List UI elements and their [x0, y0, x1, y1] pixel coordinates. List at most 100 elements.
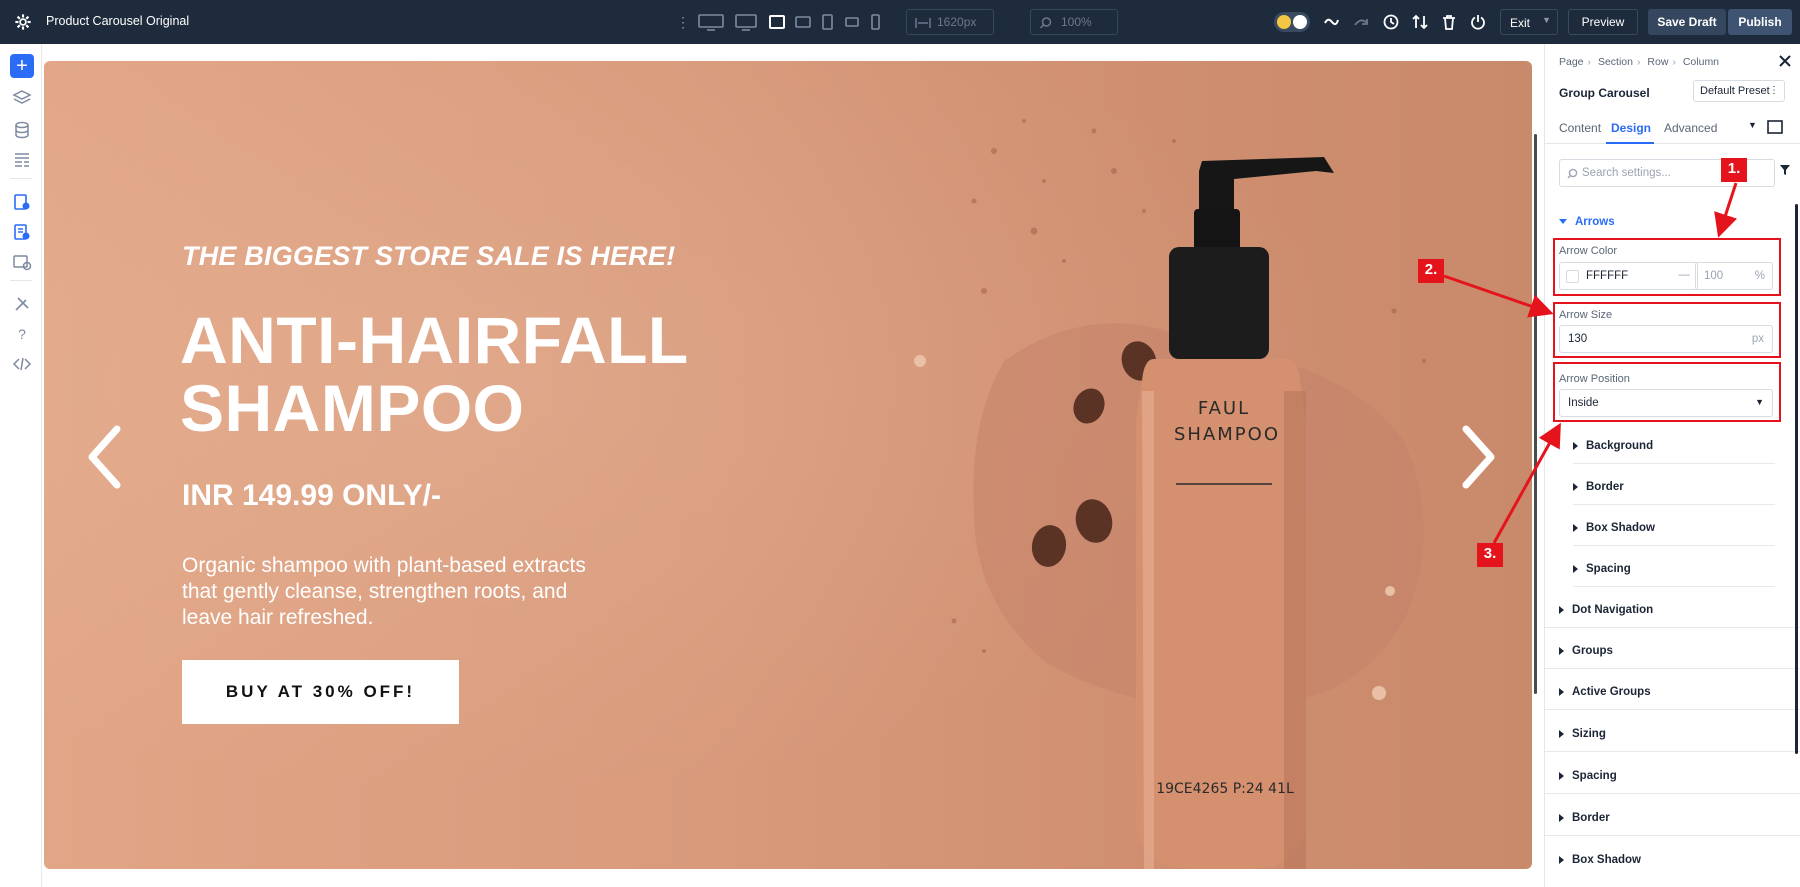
trash-icon[interactable] [1440, 13, 1458, 31]
phone-icon[interactable] [868, 12, 882, 32]
caret-right-icon [1573, 482, 1578, 491]
arrow-color-field[interactable]: FFFFFF — [1559, 262, 1698, 290]
zoom-field[interactable]: 100% [1030, 9, 1118, 35]
help-icon[interactable]: ? [12, 324, 32, 344]
exit-button[interactable]: Exit ▼ [1500, 9, 1558, 35]
arrow-position-label: Arrow Position [1559, 373, 1630, 385]
width-icon [915, 18, 931, 28]
code-icon[interactable] [12, 354, 32, 374]
color-swatch[interactable] [1566, 270, 1579, 283]
arrow-size-field[interactable]: 130 px [1559, 325, 1773, 353]
caret-right-icon [1559, 729, 1564, 738]
arrow-size-label: Arrow Size [1559, 309, 1613, 321]
section-border[interactable]: Border [1545, 800, 1800, 836]
canvas-width-field[interactable]: 1620px [906, 9, 994, 35]
add-module-button[interactable]: + [10, 54, 34, 78]
power-icon[interactable] [1469, 13, 1487, 31]
pages-icon[interactable] [12, 222, 32, 242]
desktop-wide-icon[interactable] [698, 12, 724, 32]
search-icon [1039, 17, 1052, 29]
tools-icon[interactable] [12, 294, 32, 314]
search-icon [1567, 168, 1578, 179]
annotation-label-2: 2. [1418, 259, 1444, 283]
gear-icon[interactable] [14, 13, 32, 31]
theme-toggle[interactable] [1274, 12, 1310, 32]
arrow-opacity-field[interactable]: 100 % [1695, 262, 1773, 290]
bottle-label: FAUL SHAMPOO [1174, 398, 1280, 445]
settings-tabs: Content Design Advanced ▼ [1545, 112, 1800, 144]
caret-right-icon [1559, 687, 1564, 696]
slide-headline: ANTI-HAIRFALL SHAMPOO [180, 303, 689, 445]
caret-right-icon [1573, 441, 1578, 450]
history-icon[interactable] [1382, 13, 1400, 31]
chevron-down-icon: ▼ [1755, 397, 1764, 407]
redo-icon[interactable] [1352, 13, 1370, 31]
caret-right-icon [1559, 605, 1564, 614]
panel-scrollbar[interactable] [1795, 204, 1798, 754]
carousel-prev-arrow-icon[interactable] [84, 423, 124, 491]
caret-right-icon [1559, 771, 1564, 780]
arrow-position-select[interactable]: Inside ▼ [1559, 389, 1773, 417]
close-icon[interactable] [1778, 54, 1792, 68]
buy-button[interactable]: BUY AT 30% OFF! [182, 660, 459, 724]
breadcrumb: Page › Section › Row › Column [1559, 56, 1720, 68]
sun-icon [1277, 15, 1291, 29]
tab-advanced[interactable]: Advanced [1664, 121, 1717, 135]
section-sizing[interactable]: Sizing [1545, 716, 1800, 752]
section-groups[interactable]: Groups [1545, 633, 1800, 669]
layout-icon[interactable] [12, 150, 32, 170]
tab-content[interactable]: Content [1559, 121, 1601, 135]
window-toggle-icon[interactable] [1767, 120, 1783, 134]
product-carousel-slide[interactable]: FAUL SHAMPOO 19CE4265 P:24 41L THE BIGGE… [44, 61, 1532, 869]
section-spacing[interactable]: Spacing [1545, 758, 1800, 794]
section-box-shadow[interactable]: Box Shadow [1545, 842, 1800, 878]
caret-right-icon [1559, 855, 1564, 864]
section-active-groups[interactable]: Active Groups [1545, 674, 1800, 710]
tab-design[interactable]: Design [1611, 121, 1651, 135]
undo-history-icon[interactable] [1322, 13, 1340, 31]
tablet-icon[interactable] [820, 12, 834, 32]
caret-right-icon [1573, 523, 1578, 532]
canvas-scrollbar[interactable] [1534, 134, 1537, 694]
publish-button[interactable]: Publish [1728, 9, 1792, 35]
breadcrumb-item[interactable]: Column [1683, 56, 1719, 68]
more-options-icon[interactable]: ⋮ [676, 12, 690, 32]
preset-select[interactable]: Default Preset ⋮ [1693, 80, 1785, 102]
section-arrows[interactable]: Arrows [1559, 216, 1615, 228]
subsection-spacing[interactable]: Spacing [1573, 551, 1775, 587]
settings-panel: Page › Section › Row › Column Group Carouse… [1544, 44, 1800, 887]
sort-icon[interactable] [1411, 13, 1429, 31]
breadcrumb-item[interactable]: Page [1559, 56, 1584, 68]
annotation-label-3: 3. [1477, 543, 1503, 567]
slide-price: INR 149.99 ONLY/- [182, 479, 441, 512]
caret-right-icon [1559, 813, 1564, 822]
desktop-active-icon[interactable] [768, 12, 786, 32]
subsection-border[interactable]: Border [1573, 469, 1775, 505]
top-toolbar: Product Carousel Original ⋮ 1620px 100% … [0, 0, 1800, 44]
caret-right-icon [1573, 564, 1578, 573]
slide-kicker: THE BIGGEST STORE SALE IS HERE! [182, 241, 676, 271]
preset-options-icon: ⋮ [1769, 85, 1779, 96]
filter-icon[interactable] [1779, 164, 1791, 176]
page-title: Product Carousel Original [46, 14, 190, 28]
breadcrumb-item[interactable]: Row [1647, 56, 1668, 68]
template-settings-icon[interactable] [12, 252, 32, 272]
section-dot-navigation[interactable]: Dot Navigation [1545, 592, 1800, 628]
subsection-box-shadow[interactable]: Box Shadow [1573, 510, 1775, 546]
save-draft-button[interactable]: Save Draft [1648, 9, 1726, 35]
laptop-icon[interactable] [794, 12, 812, 32]
layers-icon[interactable] [12, 88, 32, 108]
chevron-down-icon[interactable]: ▼ [1748, 120, 1757, 130]
arrow-color-label: Arrow Color [1559, 245, 1618, 257]
breadcrumb-item[interactable]: Section [1598, 56, 1633, 68]
carousel-next-arrow-icon[interactable] [1459, 423, 1499, 491]
tablet-landscape-icon[interactable] [844, 12, 860, 32]
subsection-background[interactable]: Background [1573, 428, 1775, 464]
desktop-icon[interactable] [735, 12, 757, 32]
preview-button[interactable]: Preview [1568, 9, 1638, 35]
database-icon[interactable] [12, 120, 32, 140]
left-toolbar: + ? [0, 44, 42, 887]
bottle-code: 19CE4265 P:24 41L [1156, 781, 1294, 797]
page-settings-icon[interactable] [12, 192, 32, 212]
chevron-down-icon[interactable]: ▼ [1542, 15, 1551, 25]
